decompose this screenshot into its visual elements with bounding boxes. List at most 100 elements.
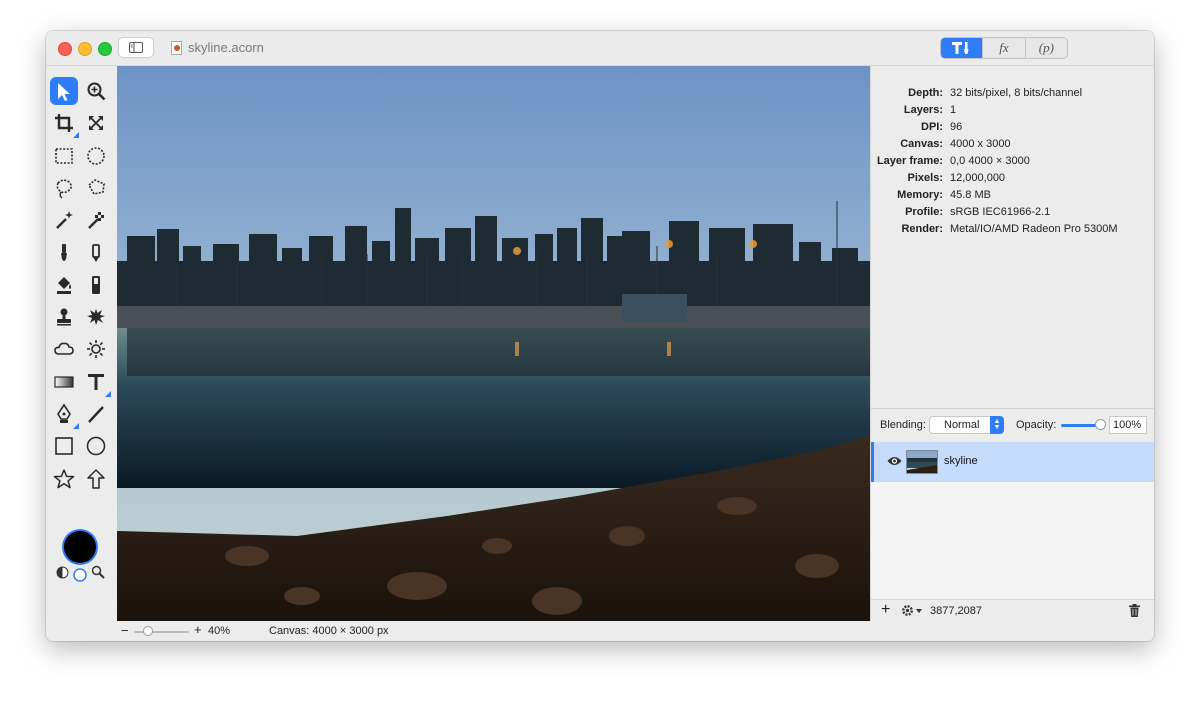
info-row: Depth: 32 bits/pixel, 8 bits/channel	[871, 87, 1154, 104]
minimize-button[interactable]	[78, 42, 92, 56]
title-bar: skyline.acorn fx (p)	[46, 31, 1154, 66]
clone-stamp-tool[interactable]	[50, 303, 78, 331]
line-icon	[88, 406, 104, 423]
stamp-icon	[57, 308, 71, 326]
layer-row[interactable]: skyline	[871, 442, 1154, 482]
magnifier-plus-icon	[87, 82, 106, 101]
effects-brush-tool[interactable]	[82, 303, 110, 331]
tab-tools[interactable]	[941, 38, 983, 58]
oval-tool[interactable]	[82, 432, 110, 460]
info-value: sRGB IEC61966-2.1	[950, 206, 1051, 218]
info-key: DPI:	[921, 121, 943, 133]
blending-mode-value: Normal	[944, 419, 980, 431]
blending-label: Blending:	[880, 419, 926, 431]
eraser-icon	[92, 275, 100, 294]
transform-tool[interactable]	[82, 109, 110, 137]
zoom-out-button[interactable]: −	[121, 623, 129, 638]
paint-bucket-tool[interactable]	[50, 271, 78, 299]
crop-tool[interactable]	[50, 109, 79, 139]
resize-arrows-icon	[89, 116, 103, 131]
info-key: Layer frame:	[876, 155, 943, 167]
cursor-coordinates: 3877,2087	[930, 605, 982, 617]
line-tool[interactable]	[82, 400, 110, 428]
selection-indicator	[871, 442, 874, 482]
instant-alpha-tool[interactable]	[82, 206, 110, 234]
pencil-tool[interactable]	[82, 239, 110, 267]
info-key: Profile:	[905, 206, 943, 218]
color-controls	[56, 564, 112, 582]
submenu-indicator	[73, 132, 79, 139]
tab-properties[interactable]: (p)	[1024, 38, 1067, 58]
document-title: skyline.acorn	[188, 40, 264, 55]
info-key: Layers:	[903, 104, 943, 116]
opacity-slider-knob[interactable]	[1095, 419, 1106, 430]
star-tool[interactable]	[50, 465, 78, 493]
lasso-tool[interactable]	[50, 174, 78, 202]
magic-wand-icon	[56, 211, 73, 230]
eye-icon[interactable]	[887, 456, 902, 466]
add-layer-button[interactable]: +	[881, 602, 890, 618]
magic-wand-tool[interactable]	[50, 206, 78, 234]
splat-icon	[87, 309, 105, 326]
info-row: Layers: 1	[871, 104, 1154, 121]
foreground-color-well[interactable]	[64, 531, 96, 563]
info-row: Profile: sRGB IEC61966-2.1	[871, 206, 1154, 223]
layer-name: skyline	[944, 455, 978, 467]
zoom-button[interactable]	[98, 42, 112, 56]
info-value: 12,000,000	[950, 172, 1006, 184]
brush-tool[interactable]	[50, 239, 78, 267]
zoom-level: 40%	[208, 625, 231, 637]
tools-icon	[951, 42, 969, 54]
skyline-photo	[117, 66, 870, 621]
image-canvas[interactable]	[117, 66, 870, 621]
pen-tool[interactable]	[50, 400, 79, 429]
up-arrow-icon	[87, 468, 105, 489]
info-key: Memory:	[897, 189, 943, 201]
arrow-pointer-icon	[58, 83, 70, 101]
zoom-slider-knob[interactable]	[143, 626, 153, 636]
star-icon	[53, 468, 75, 488]
info-key: Pixels:	[907, 172, 943, 184]
opacity-slider-track[interactable]	[1061, 424, 1099, 427]
circle-icon	[86, 436, 106, 456]
close-button[interactable]	[58, 42, 72, 56]
cloud-icon	[54, 343, 74, 356]
submenu-indicator	[73, 423, 79, 429]
rect-select-tool[interactable]	[50, 142, 78, 170]
polygon-lasso-tool[interactable]	[82, 174, 110, 202]
crop-icon	[55, 114, 73, 133]
arrow-shape-tool[interactable]	[82, 465, 110, 493]
toggle-sidebar-button[interactable]	[118, 37, 154, 58]
info-row: Render: Metal/IO/AMD Radeon Pro 5300M	[871, 223, 1154, 240]
gradient-tool[interactable]	[50, 368, 78, 396]
eyedropper-icon[interactable]	[91, 565, 105, 579]
paint-bucket-icon	[57, 276, 71, 294]
trash-icon[interactable]	[1129, 604, 1140, 617]
info-value: 45.8 MB	[950, 189, 991, 201]
gear-icon[interactable]	[901, 604, 923, 617]
smudge-tool[interactable]	[50, 335, 78, 363]
text-icon	[88, 373, 104, 390]
blending-mode-select[interactable]: Normal ▲ ▼	[929, 416, 1004, 434]
info-row: Memory: 45.8 MB	[871, 189, 1154, 206]
sidebar-icon	[129, 42, 143, 53]
document-icon	[171, 41, 182, 55]
status-bar: − + 40% Canvas: 4000 × 3000 px	[117, 621, 1154, 641]
rectangle-icon	[55, 437, 73, 456]
chevron-updown-icon: ▲ ▼	[990, 416, 1004, 434]
zoom-in-button[interactable]: +	[194, 622, 202, 637]
text-tool[interactable]	[82, 368, 111, 397]
zoom-tool[interactable]	[82, 77, 110, 105]
move-tool[interactable]	[50, 77, 78, 105]
tab-effects[interactable]: fx	[982, 38, 1024, 58]
pen-nib-icon	[57, 403, 71, 423]
eraser-tool[interactable]	[82, 271, 110, 299]
swap-colors-icon[interactable]	[56, 566, 69, 579]
lasso-icon	[56, 179, 73, 199]
blending-bar: Blending: Normal ▲ ▼ Opacity: 100%	[871, 409, 1154, 443]
dodge-tool[interactable]	[82, 335, 110, 363]
rectangle-tool[interactable]	[50, 432, 78, 460]
opacity-input[interactable]: 100%	[1109, 416, 1147, 434]
background-color-well[interactable]	[73, 568, 87, 582]
ellipse-select-tool[interactable]	[82, 142, 110, 170]
